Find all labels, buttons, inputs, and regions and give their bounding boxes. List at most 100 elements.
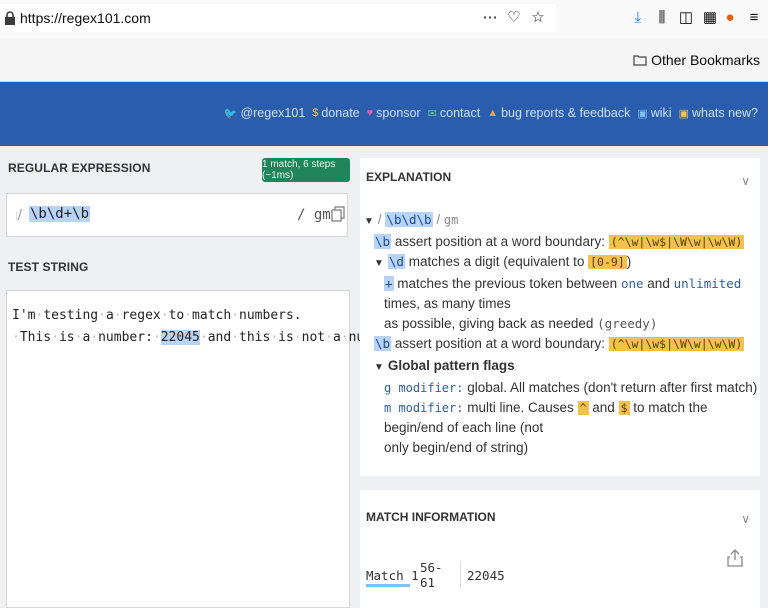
star-icon[interactable]: ☆ xyxy=(528,8,548,28)
test-line-2: ·This·is·a·number:·22045·and·this·is·not… xyxy=(12,327,435,349)
space-marker: · xyxy=(90,330,99,345)
heart-icon: ♥ xyxy=(366,107,374,119)
test-word: numbers. xyxy=(239,308,302,323)
match-highlight: 22045 xyxy=(160,330,200,345)
space-marker: · xyxy=(184,308,193,323)
test-word: I'm xyxy=(12,308,36,323)
test-word: to xyxy=(168,308,185,323)
test-word: is xyxy=(58,330,75,345)
space-marker: · xyxy=(340,330,349,345)
mail-icon: ✉ xyxy=(427,107,437,120)
explanation-item-boundary-1: \b assert position at a word boundary: (… xyxy=(374,234,745,249)
flag-m-description: m modifier: multi line. Causes ^ and $ t… xyxy=(384,400,708,455)
match-range: 56-61 xyxy=(420,560,443,590)
caret-down-icon[interactable]: ▼ xyxy=(374,362,384,373)
whatsnew-icon: ▣ xyxy=(678,107,689,120)
test-word: testing xyxy=(43,308,99,323)
folder-icon xyxy=(633,55,647,66)
editor-column: REGULAR EXPRESSION 1 match, 6 steps (~1m… xyxy=(0,146,435,608)
match-status-badge: 1 match, 6 steps (~1ms) xyxy=(262,158,350,182)
sponsor-link[interactable]: ♥ sponsor xyxy=(367,106,421,120)
explanation-title: EXPLANATION xyxy=(366,170,452,184)
caret-down-icon[interactable]: ▼ xyxy=(374,258,384,269)
test-word: number: xyxy=(98,330,153,345)
explanation-pattern: \b\d\b xyxy=(385,212,433,227)
test-word: a xyxy=(105,308,114,323)
whats-new-link[interactable]: ▣ whats new? xyxy=(679,106,758,120)
twitter-icon: 🐦 xyxy=(223,107,238,120)
wiki-link[interactable]: ▣ wiki xyxy=(637,106,671,120)
space-marker: · xyxy=(12,330,20,345)
grid-icon[interactable]: ▦ xyxy=(700,8,720,28)
url-text: https://regex101.com xyxy=(20,10,151,26)
chevron-down-icon[interactable]: ∨ xyxy=(741,174,750,188)
space-marker: · xyxy=(113,308,122,323)
space-marker: · xyxy=(51,330,59,345)
explanation-root: ▼ / \b\d\b / gm xyxy=(364,212,459,227)
space-marker: · xyxy=(293,330,302,345)
explanation-flags: gm xyxy=(443,213,459,227)
browser-toolbar: https://regex101.com ⋯ ♡ ☆ ⤓ ⫼ ◫ ▦ ● ≡ xyxy=(0,0,768,38)
url-bar[interactable]: https://regex101.com xyxy=(0,4,556,32)
library-icon[interactable]: ⫼ xyxy=(652,8,672,28)
explanation-body: ▼ / \b\d\b / gm \b assert position at a w… xyxy=(364,210,758,458)
match-divider xyxy=(460,561,461,589)
space-marker: · xyxy=(152,330,161,345)
test-word: match xyxy=(192,308,232,323)
lock-icon xyxy=(5,11,15,25)
copy-icon[interactable] xyxy=(331,206,345,222)
space-marker: · xyxy=(231,330,240,345)
bookmarks-bar: Other Bookmarks xyxy=(0,38,768,82)
test-word: this xyxy=(239,330,271,345)
contact-link[interactable]: ✉ contact xyxy=(428,106,481,120)
match-label: Match 1 xyxy=(366,567,419,583)
regex-value[interactable]: \b\d+\b xyxy=(29,206,91,222)
test-string-input[interactable]: I'm·testing·a·regex·to·match·numbers. ·T… xyxy=(6,290,435,608)
space-marker: · xyxy=(325,330,333,345)
flag-g-description: g modifier: global. All matches (don't r… xyxy=(384,380,758,395)
test-string-section-title: TEST STRING xyxy=(8,260,89,274)
explanation-item-quantifier: + matches the previous token between one… xyxy=(384,276,742,331)
match-label-underline xyxy=(366,584,410,587)
other-bookmarks-label: Other Bookmarks xyxy=(651,52,760,68)
donate-link[interactable]: $ donate xyxy=(312,106,359,120)
caret-down-icon[interactable]: ▼ xyxy=(364,216,374,227)
other-bookmarks-button[interactable]: Other Bookmarks xyxy=(633,52,760,68)
space-marker: · xyxy=(160,308,169,323)
explanation-panel: EXPLANATION ∨ ▼ / \b\d\b / gm \b assert p… xyxy=(360,158,760,476)
explanation-item-boundary-2: \b assert position at a word boundary: (… xyxy=(374,336,745,351)
sidebar-icon[interactable]: ◫ xyxy=(676,8,696,28)
regex-delimiter: ⁞/ xyxy=(15,206,22,224)
share-icon[interactable] xyxy=(726,548,744,568)
site-header: 🐦 @regex101 $ donate ♥ sponsor ✉ contact ▲ bu… xyxy=(0,82,768,146)
twitter-link[interactable]: 🐦 @regex101 xyxy=(224,106,306,120)
test-word: not xyxy=(301,330,326,345)
header-links: 🐦 @regex101 $ donate ♥ sponsor ✉ contact ▲ bu… xyxy=(224,106,758,120)
space-marker: · xyxy=(231,308,240,323)
regex-flags[interactable]: / gm xyxy=(297,207,331,223)
menu-icon[interactable]: ≡ xyxy=(744,8,764,28)
extension-icon[interactable]: ● xyxy=(720,8,740,28)
test-line-1: I'm·testing·a·regex·to·match·numbers. xyxy=(12,305,344,327)
test-word: is xyxy=(278,330,294,345)
test-word: This xyxy=(19,330,52,345)
test-word: a xyxy=(332,330,341,345)
explanation-item-digit: ▼ \d matches a digit (equivalent to [0-9]… xyxy=(374,254,632,269)
more-icon[interactable]: ⋯ xyxy=(480,8,500,28)
test-word: regex xyxy=(121,308,161,323)
book-icon: ▣ xyxy=(637,107,648,120)
regex-input[interactable]: ⁞/ \b\d+\b / gm xyxy=(6,193,348,237)
global-flags-heading: ▼ Global pattern flags xyxy=(374,358,515,373)
test-word: and xyxy=(207,330,232,345)
match-information-title: MATCH INFORMATION xyxy=(366,510,496,524)
space-marker: · xyxy=(270,330,279,345)
bug-icon: ▲ xyxy=(487,107,499,119)
space-marker: · xyxy=(98,308,106,323)
space-marker: · xyxy=(199,330,208,345)
dollar-icon: $ xyxy=(312,107,319,119)
chevron-down-icon[interactable]: ∨ xyxy=(741,512,750,526)
download-icon[interactable]: ⤓ xyxy=(628,8,648,28)
match-information-panel: MATCH INFORMATION ∨ Match 1 56-61 22045 xyxy=(360,490,760,608)
pocket-icon[interactable]: ♡ xyxy=(504,8,524,28)
bug-reports-link[interactable]: ▲ bug reports & feedback xyxy=(487,106,630,120)
